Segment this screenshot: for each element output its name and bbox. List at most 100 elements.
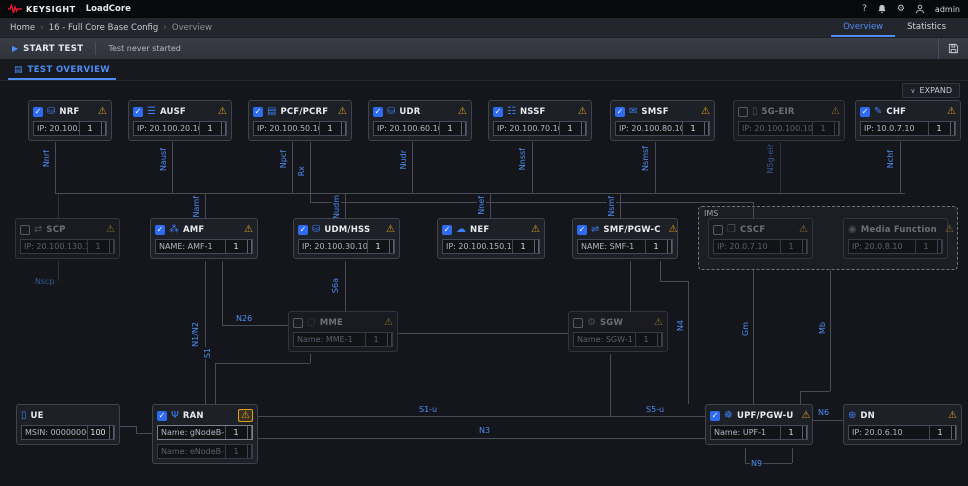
node-nef[interactable]: ✓☁NEF⚠IP: 20.100.150.101 [437,218,545,259]
warning-icon[interactable]: ⚠ [654,317,663,328]
topology-canvas[interactable]: ∨ EXPAND IMSNnrfNausfNpcfRxNudrNnssfNsms… [0,81,968,486]
node-checkbox[interactable] [713,225,723,235]
save-floppy-icon [948,43,959,54]
node-checkbox[interactable]: ✓ [298,225,308,235]
warning-icon[interactable]: ⚠ [945,224,954,235]
notifications-bell-icon[interactable] [877,4,887,14]
node-header: ✓⇌SMF/PGW-C⚠ [573,219,677,239]
warning-icon[interactable]: ⚠ [701,106,710,117]
warning-icon[interactable]: ⚠ [458,106,467,117]
node-checkbox[interactable]: ✓ [577,225,587,235]
warning-icon[interactable]: ⚠ [238,409,253,422]
count-field[interactable]: 100 [87,426,108,439]
node-dn[interactable]: ⊕DN⚠IP: 20.0.6.101 [843,404,962,445]
count-field[interactable]: 1 [439,122,460,135]
start-test-label: START TEST [23,44,83,54]
node-checkbox[interactable]: ✓ [493,107,503,117]
help-icon[interactable]: ? [862,4,867,14]
node-checkbox[interactable] [738,107,748,117]
node-checkbox[interactable]: ✓ [155,225,165,235]
phone-icon: ▯ [21,411,27,421]
node-ran[interactable]: ✓ΨRAN⚠Name: gNodeB-11Name: eNodeB-11 [152,404,258,464]
node-upf[interactable]: ✓☸UPF/PGW-U⚠Name: UPF-11 [705,404,813,445]
count-field[interactable]: 1 [645,240,666,253]
node-checkbox[interactable]: ✓ [373,107,383,117]
node-nrf[interactable]: ✓⛁NRF⚠IP: 20.100.1.101 [28,100,112,141]
expand-button[interactable]: ∨ EXPAND [902,83,960,98]
warning-icon[interactable]: ⚠ [947,106,956,117]
save-button[interactable] [938,38,968,59]
count-field[interactable]: 1 [225,445,246,458]
count-field[interactable]: 1 [780,240,801,253]
node-checkbox[interactable]: ✓ [133,107,143,117]
node-media[interactable]: ◉Media Function⚠IP: 20.0.8.101 [843,218,948,259]
tab-statistics[interactable]: Statistics [895,18,958,37]
node-checkbox[interactable] [293,318,303,328]
start-test-button[interactable]: ▶ START TEST [0,38,95,59]
node-smsf[interactable]: ✓✉SMSF⚠IP: 20.100.80.101 [610,100,715,141]
warning-icon[interactable]: ⚠ [948,410,957,421]
breadcrumb-home[interactable]: Home [10,23,35,33]
node-cscf[interactable]: ❒CSCF⚠IP: 20.0.7.101 [708,218,813,259]
node-checkbox[interactable]: ✓ [253,107,263,117]
warning-icon[interactable]: ⚠ [578,106,587,117]
warning-icon[interactable]: ⚠ [831,106,840,117]
count-field[interactable]: 1 [225,240,246,253]
count-field[interactable]: 1 [365,333,386,346]
count-field[interactable]: 1 [635,333,656,346]
node-checkbox[interactable]: ✓ [33,107,43,117]
node-amf[interactable]: ✓⁂AMF⚠NAME: AMF-11 [150,218,258,259]
username-label[interactable]: admin [935,5,960,14]
node-checkbox[interactable] [573,318,583,328]
tab-test-overview[interactable]: ▤ TEST OVERVIEW [8,65,116,80]
count-field[interactable]: 1 [512,240,533,253]
connection-line [258,438,705,439]
warning-icon[interactable]: ⚠ [384,317,393,328]
count-field[interactable]: 1 [915,240,936,253]
count-field[interactable]: 1 [199,122,220,135]
warning-icon[interactable]: ⚠ [338,106,347,117]
node-checkbox[interactable]: ✓ [615,107,625,117]
node-udm[interactable]: ✓⛁UDM/HSS⚠IP: 20.100.30.101 [293,218,400,259]
count-field[interactable]: 1 [929,426,950,439]
node-scp[interactable]: ⇄SCP⚠IP: 20.100.130.101 [15,218,120,259]
warning-icon[interactable]: ⚠ [386,224,395,235]
count-field[interactable]: 1 [87,240,108,253]
breadcrumb-config[interactable]: 16 - Full Core Base Config [49,23,159,33]
user-avatar-icon[interactable] [915,4,925,14]
count-field[interactable]: 1 [682,122,703,135]
warning-icon[interactable]: ⚠ [106,224,115,235]
node-chf[interactable]: ✓✎CHF⚠IP: 10.0.7.101 [855,100,961,141]
node-checkbox[interactable] [20,225,30,235]
node-checkbox[interactable]: ✓ [710,411,720,421]
count-field[interactable]: 1 [367,240,388,253]
count-field[interactable]: 1 [812,122,833,135]
warning-icon[interactable]: ⚠ [669,224,678,235]
node-checkbox[interactable]: ✓ [442,225,452,235]
warning-icon[interactable]: ⚠ [531,224,540,235]
node-eir[interactable]: ▯5G-EIR⚠IP: 20.100.100.101 [733,100,845,141]
count-field[interactable]: 1 [928,122,949,135]
warning-icon[interactable]: ⚠ [218,106,227,117]
count-field[interactable]: 1 [225,426,246,439]
settings-gear-icon[interactable]: ⚙ [897,4,905,14]
node-pcf[interactable]: ✓▤PCF/PCRF⚠IP: 20.100.50.101 [248,100,352,141]
node-udr[interactable]: ✓⛁UDR⚠IP: 20.100.60.101 [368,100,472,141]
count-field[interactable]: 1 [79,122,100,135]
node-checkbox[interactable]: ✓ [157,411,167,421]
count-field[interactable]: 1 [319,122,340,135]
warning-icon[interactable]: ⚠ [799,224,808,235]
count-field[interactable]: 1 [559,122,580,135]
node-mme[interactable]: ◌MME⚠Name: MME-11 [288,311,398,352]
node-nssf[interactable]: ✓☷NSSF⚠IP: 20.100.70.101 [488,100,592,141]
node-smf[interactable]: ✓⇌SMF/PGW-C⚠NAME: SMF-11 [572,218,678,259]
warning-icon[interactable]: ⚠ [98,106,107,117]
node-ue[interactable]: ▯UEMSIN: 000000001100 [16,404,120,445]
count-field[interactable]: 1 [780,426,801,439]
node-checkbox[interactable]: ✓ [860,107,870,117]
node-ausf[interactable]: ✓☰AUSF⚠IP: 20.100.20.101 [128,100,232,141]
node-sgw[interactable]: ⚙SGW⚠Name: SGW-11 [568,311,668,352]
warning-icon[interactable]: ⚠ [801,410,810,421]
tab-overview[interactable]: Overview [831,18,895,37]
warning-icon[interactable]: ⚠ [244,224,253,235]
